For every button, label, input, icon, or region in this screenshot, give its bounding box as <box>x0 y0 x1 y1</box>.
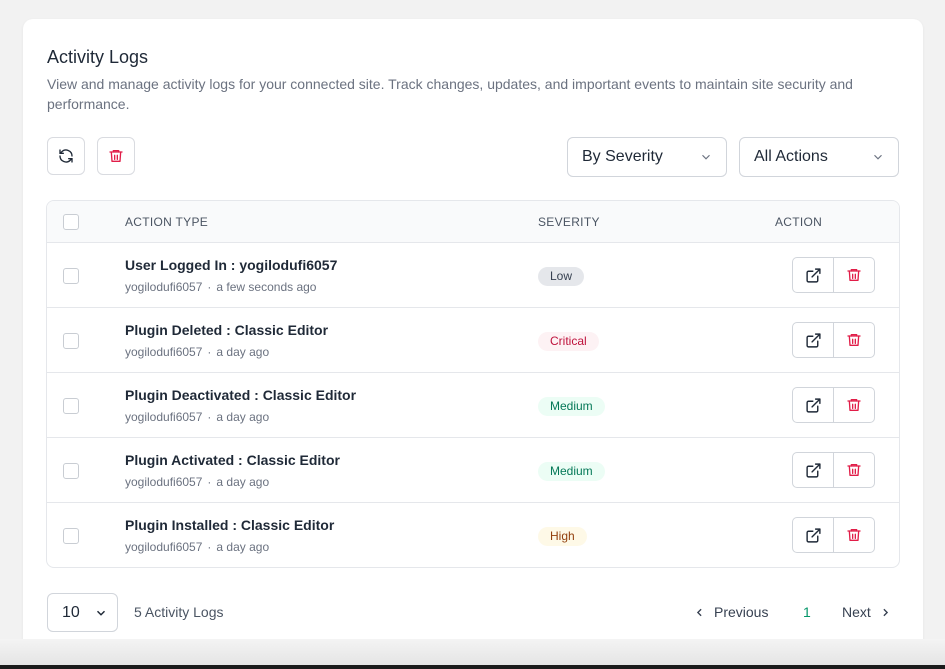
current-page-number[interactable]: 1 <box>803 604 811 620</box>
previous-page-button[interactable]: Previous <box>693 604 768 620</box>
trash-icon <box>847 334 861 346</box>
row-meta: yogilodufi6057 · a day ago <box>125 345 269 359</box>
page-size-select[interactable]: 10 <box>47 593 118 632</box>
table-row: Plugin Deleted : Classic Editor yogiloduf… <box>47 308 899 373</box>
delete-log-button[interactable] <box>833 387 875 423</box>
trash-icon <box>109 150 123 162</box>
severity-badge: Critical <box>538 332 599 351</box>
chevron-down-icon <box>874 154 882 160</box>
bulk-delete-button[interactable] <box>97 137 135 175</box>
row-time: a day ago <box>216 475 270 489</box>
column-header-action: ACTION <box>775 215 823 229</box>
view-details-button[interactable] <box>792 452 834 488</box>
row-meta: yogilodufi6057 · a day ago <box>125 475 269 489</box>
external-link-icon <box>805 397 821 413</box>
row-action-title: Plugin Activated : Classic Editor <box>125 452 340 468</box>
external-link-icon <box>805 267 821 283</box>
chevron-right-icon <box>883 608 888 616</box>
delete-log-button[interactable] <box>833 452 875 488</box>
severity-filter-value: By Severity <box>582 148 663 165</box>
row-user: yogilodufi6057 <box>125 345 203 359</box>
delete-log-button[interactable] <box>833 257 875 293</box>
select-all-checkbox[interactable] <box>63 214 79 230</box>
table-row: Plugin Installed : Classic Editor yogilod… <box>47 503 899 567</box>
row-time: a day ago <box>216 345 270 359</box>
table-row: Plugin Deactivated : Classic Editor yogil… <box>47 373 899 438</box>
severity-badge: Low <box>538 267 585 286</box>
trash-icon <box>847 464 861 476</box>
row-time: a day ago <box>216 540 270 554</box>
view-details-button[interactable] <box>792 387 834 423</box>
severity-filter-select[interactable]: By Severity <box>567 137 727 177</box>
chevron-left-icon <box>696 608 702 616</box>
row-checkbox[interactable] <box>63 528 79 544</box>
row-action-title: Plugin Deactivated : Classic Editor <box>125 387 357 403</box>
row-checkbox[interactable] <box>63 463 79 479</box>
row-meta: yogilodufi6057 · a day ago <box>125 410 269 424</box>
chevron-down-icon <box>96 610 105 616</box>
row-checkbox[interactable] <box>63 398 79 414</box>
next-label: Next <box>842 604 871 620</box>
activity-logs-table: ACTION TYPE SEVERITY ACTION User Logged … <box>46 200 900 568</box>
row-checkbox[interactable] <box>63 333 79 349</box>
trash-icon <box>847 269 861 281</box>
next-page-button[interactable]: Next <box>842 604 892 620</box>
external-link-icon <box>805 462 821 478</box>
refresh-icon <box>59 149 73 163</box>
row-separator: · <box>207 280 212 294</box>
window-bottom-border <box>0 665 945 669</box>
table-row: Plugin Activated : Classic Editor yogilod… <box>47 438 899 503</box>
activity-logs-card: Activity Logs View and manage activity l… <box>23 19 923 657</box>
severity-badge: Medium <box>538 462 605 481</box>
view-details-button[interactable] <box>792 517 834 553</box>
log-count: 5 Activity Logs <box>134 604 224 620</box>
row-action-title: Plugin Deleted : Classic Editor <box>125 322 329 338</box>
page-description: View and manage activity logs for your c… <box>47 76 853 112</box>
external-link-icon <box>805 332 821 348</box>
delete-log-button[interactable] <box>833 322 875 358</box>
row-user: yogilodufi6057 <box>125 410 203 424</box>
row-user: yogilodufi6057 <box>125 475 203 489</box>
row-user: yogilodufi6057 <box>125 280 203 294</box>
table-row: User Logged In : yogilodufi6057 yogiloduf… <box>47 243 899 308</box>
row-separator: · <box>207 540 212 554</box>
severity-badge: High <box>538 527 587 546</box>
trash-icon <box>847 399 861 411</box>
trash-icon <box>847 529 861 541</box>
action-filter-select[interactable]: All Actions <box>739 137 899 177</box>
row-action-title: Plugin Installed : Classic Editor <box>125 517 335 533</box>
column-header-severity: SEVERITY <box>538 215 600 229</box>
row-user: yogilodufi6057 <box>125 540 203 554</box>
previous-label: Previous <box>714 604 769 620</box>
page-size-value: 10 <box>62 603 80 621</box>
row-checkbox[interactable] <box>63 268 79 284</box>
row-separator: · <box>207 345 212 359</box>
row-separator: · <box>207 475 212 489</box>
row-separator: · <box>207 410 212 424</box>
view-details-button[interactable] <box>792 322 834 358</box>
table-body: User Logged In : yogilodufi6057 yogiloduf… <box>47 243 899 567</box>
row-meta: yogilodufi6057 · a few seconds ago <box>125 280 316 294</box>
chevron-down-icon <box>702 154 710 160</box>
refresh-button[interactable] <box>47 137 85 175</box>
severity-badge: Medium <box>538 397 605 416</box>
action-filter-value: All Actions <box>754 148 828 165</box>
external-link-icon <box>805 527 821 543</box>
row-action-title: User Logged In : yogilodufi6057 <box>125 257 338 273</box>
row-meta: yogilodufi6057 · a day ago <box>125 540 269 554</box>
view-details-button[interactable] <box>792 257 834 293</box>
table-header: ACTION TYPE SEVERITY ACTION <box>47 201 899 243</box>
row-time: a day ago <box>216 410 270 424</box>
page-title: Activity Logs <box>47 47 149 67</box>
row-time: a few seconds ago <box>216 280 317 294</box>
delete-log-button[interactable] <box>833 517 875 553</box>
column-header-action-type: ACTION TYPE <box>125 215 209 229</box>
